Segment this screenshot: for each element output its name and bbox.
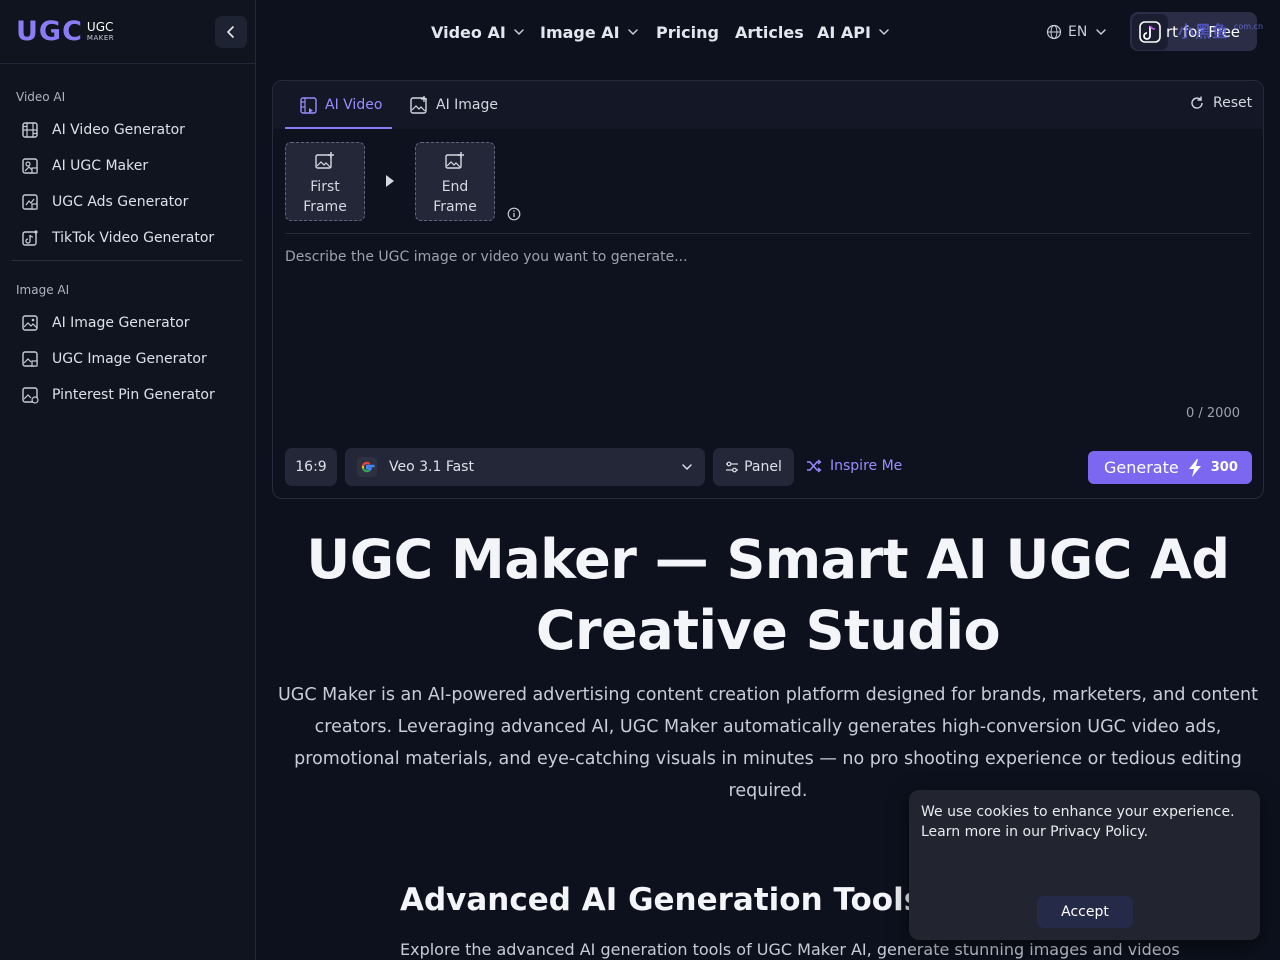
generate-cost: 300	[1210, 460, 1238, 475]
tab-ai-video-label: AI Video	[325, 97, 383, 113]
sidebar-item-ai-ugc-maker[interactable]: AI UGC Maker	[12, 150, 244, 182]
sidebar-item-ai-image-generator[interactable]: AI Image Generator	[12, 307, 244, 339]
hero-title: UGC Maker — Smart AI UGC Ad Creative Stu…	[306, 528, 1230, 662]
pinterest-icon	[20, 385, 40, 405]
logo-subtitle: UGC MAKER	[87, 21, 114, 42]
first-frame-label: First Frame	[303, 179, 347, 215]
image-plus-icon	[445, 152, 464, 169]
sliders-icon	[726, 461, 739, 473]
refresh-icon	[1191, 96, 1203, 109]
nav-image-ai[interactable]: Image AI	[540, 20, 639, 44]
nav-ai-api-label: AI API	[817, 22, 871, 42]
arrow-right-icon	[386, 175, 394, 187]
reset-label: Reset	[1213, 95, 1253, 111]
nav-video-ai-label: Video AI	[431, 22, 506, 42]
app-icon	[1132, 13, 1168, 50]
prompt-input[interactable]	[285, 249, 1245, 419]
sidebar-item-label: UGC Image Generator	[52, 351, 207, 367]
sidebar-item-label: UGC Ads Generator	[52, 194, 189, 210]
chevron-down-icon	[682, 464, 692, 471]
sidebar-item-ugc-image-generator[interactable]: UGC Image Generator	[12, 343, 244, 375]
sidebar-section-image-ai: Image AI	[16, 283, 70, 297]
aspect-ratio-selector[interactable]: 16:9	[285, 448, 337, 486]
sidebar-header: UGC UGC MAKER	[0, 0, 255, 64]
image-icon	[20, 313, 40, 333]
language-selector[interactable]: EN	[1046, 20, 1107, 44]
lightning-icon	[1188, 458, 1201, 477]
nav-video-ai[interactable]: Video AI	[431, 20, 525, 44]
character-counter: 0 / 2000	[1186, 406, 1240, 421]
logo-sub-line2: MAKER	[86, 34, 115, 42]
tiktok-icon	[20, 228, 40, 248]
sidebar-item-ai-video-generator[interactable]: AI Video Generator	[12, 114, 244, 146]
active-tab-indicator	[285, 127, 392, 129]
tab-ai-video[interactable]: AI Video	[299, 93, 382, 117]
google-icon	[357, 457, 377, 477]
chevron-down-icon	[627, 29, 638, 36]
watermark-sub: com.cn	[1234, 22, 1264, 31]
film-icon	[20, 120, 40, 140]
panel-label: Panel	[744, 459, 782, 475]
video-icon	[300, 96, 317, 114]
sidebar-section-video-ai: Video AI	[16, 90, 66, 104]
shuffle-icon	[807, 459, 822, 473]
sidebar-item-tiktok-video-generator[interactable]: TikTok Video Generator	[12, 222, 244, 254]
model-label: Veo 3.1 Fast	[389, 459, 474, 475]
nav-image-ai-label: Image AI	[540, 22, 620, 42]
sidebar-item-ugc-ads-generator[interactable]: UGC Ads Generator	[12, 186, 244, 218]
generate-label: Generate	[1104, 458, 1179, 477]
nav-ai-api[interactable]: AI API	[817, 20, 890, 44]
image-plus-icon	[315, 152, 334, 169]
sidebar-item-label: TikTok Video Generator	[52, 230, 215, 246]
hero-description: UGC Maker is an AI-powered advertising c…	[277, 685, 1258, 801]
panel-divider	[285, 233, 1251, 234]
inspire-me-button[interactable]: Inspire Me	[806, 458, 902, 474]
generator-tabbar: AI Video AI Image Reset	[273, 81, 1263, 129]
sidebar-divider	[12, 260, 243, 261]
reset-button[interactable]: Reset	[1189, 95, 1252, 111]
first-frame-upload[interactable]: First Frame	[285, 142, 365, 221]
tab-ai-image-label: AI Image	[436, 97, 499, 113]
cookie-message: We use cookies to enhance your experienc…	[921, 804, 1235, 840]
collapse-sidebar-button[interactable]	[215, 16, 247, 48]
cookie-banner: We use cookies to enhance your experienc…	[909, 790, 1260, 940]
ugc-maker-icon	[20, 156, 40, 176]
generate-button[interactable]: Generate 300	[1088, 451, 1252, 484]
section-title: Advanced AI Generation Tools of	[400, 882, 968, 918]
globe-icon	[1046, 24, 1062, 40]
ads-icon	[20, 192, 40, 212]
chevron-left-icon	[227, 26, 234, 38]
logo-sub-line1: UGC	[86, 20, 114, 34]
logo-mark: UGC	[16, 16, 83, 47]
tab-ai-image[interactable]: AI Image	[409, 93, 498, 117]
ugc-image-icon	[20, 349, 40, 369]
chevron-down-icon	[514, 29, 524, 36]
sidebar-item-label: AI Image Generator	[52, 315, 190, 331]
end-frame-label: End Frame	[433, 179, 477, 215]
sidebar: UGC UGC MAKER Video AI AI Video Generato…	[0, 0, 256, 960]
watermark: 小黑鱼	[1178, 22, 1230, 41]
sidebar-item-pinterest-pin-generator[interactable]: Pinterest Pin Generator	[12, 379, 244, 411]
info-icon[interactable]	[507, 207, 521, 221]
sidebar-item-label: AI Video Generator	[52, 122, 185, 138]
top-navigation: Video AI Image AI Pricing Articles AI AP…	[256, 0, 1280, 64]
brand-logo[interactable]: UGC UGC MAKER	[16, 18, 114, 45]
inspire-me-label: Inspire Me	[830, 458, 903, 474]
end-frame-upload[interactable]: End Frame	[415, 142, 495, 221]
language-label: EN	[1068, 24, 1088, 40]
nav-pricing[interactable]: Pricing	[656, 20, 719, 44]
nav-articles[interactable]: Articles	[735, 20, 804, 44]
chevron-down-icon	[879, 29, 889, 36]
generator-panel: AI Video AI Image Reset First Frame End …	[272, 80, 1264, 499]
panel-button[interactable]: Panel	[713, 448, 794, 486]
section-description: Explore the advanced AI generation tools…	[400, 940, 1180, 959]
image-plus-icon	[410, 96, 427, 114]
chevron-down-icon	[1096, 29, 1107, 36]
sidebar-item-label: Pinterest Pin Generator	[52, 387, 215, 403]
accept-cookies-button[interactable]: Accept	[1037, 896, 1133, 928]
model-selector[interactable]: Veo 3.1 Fast	[345, 448, 705, 486]
sidebar-item-label: AI UGC Maker	[52, 158, 149, 174]
